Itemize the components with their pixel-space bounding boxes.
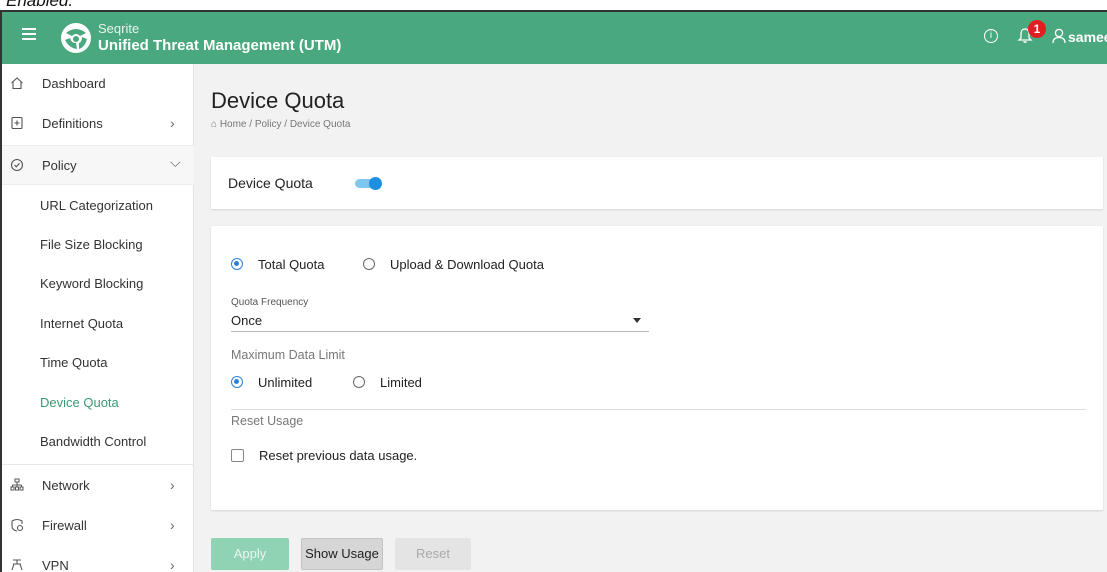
network-icon	[10, 478, 24, 491]
sidebar-subitem-label: Internet Quota	[40, 316, 124, 331]
info-icon[interactable]: i	[984, 29, 998, 43]
reset-usage-checkbox-label: Reset previous data usage.	[259, 448, 418, 463]
device-quota-toggle-card: Device Quota	[211, 157, 1103, 209]
sidebar-item-firewall[interactable]: Firewall ›	[2, 506, 194, 546]
main-content: Device Quota ⌂ Home / Policy / Device Qu…	[195, 64, 1107, 572]
sidebar-item-label: Definitions	[42, 116, 103, 131]
quota-frequency-label: Quota Frequency	[231, 297, 309, 308]
sidebar-item-vpn[interactable]: VPN ›	[2, 546, 194, 572]
show-usage-button[interactable]: Show Usage	[301, 538, 383, 570]
shield-icon	[10, 158, 24, 172]
chevron-right-icon: ›	[170, 477, 175, 493]
sidebar-subitem-url-categorization[interactable]: URL Categorization	[2, 186, 194, 225]
unlimited-radio[interactable]	[231, 376, 243, 388]
vpn-icon	[11, 559, 23, 571]
home-icon	[11, 77, 23, 90]
device-quota-toggle[interactable]	[355, 177, 383, 190]
sidebar-subitem-bandwidth-control[interactable]: Bandwidth Control	[2, 422, 194, 461]
plus-square-icon	[11, 116, 23, 130]
quota-frequency-value: Once	[231, 313, 263, 328]
sidebar-subitem-label: Bandwidth Control	[40, 434, 147, 449]
sidebar-divider	[2, 464, 194, 465]
sidebar-item-definitions[interactable]: Definitions ›	[2, 104, 194, 144]
quota-settings-card: Total Quota Upload & Download Quota Quot…	[211, 226, 1103, 510]
sidebar-subitem-device-quota[interactable]: Device Quota	[2, 383, 194, 422]
unlimited-label: Unlimited	[258, 375, 313, 390]
sidebar: Dashboard Definitions › Policy ⌵ URL Cat…	[2, 64, 194, 572]
chevron-down-icon: ⌵	[170, 154, 181, 170]
sidebar-subitem-label: File Size Blocking	[40, 237, 143, 252]
seqrite-logo-icon	[61, 23, 91, 53]
app-title: Unified Threat Management (UTM)	[98, 37, 342, 54]
sidebar-subitem-label: Device Quota	[40, 395, 119, 410]
sidebar-item-label: Network	[42, 478, 90, 493]
sidebar-subitem-file-size-blocking[interactable]: File Size Blocking	[2, 225, 194, 264]
sidebar-subitem-label: Keyword Blocking	[40, 276, 144, 291]
reset-usage-label: Reset Usage	[231, 414, 304, 428]
toggle-knob	[369, 177, 382, 190]
apply-button[interactable]: Apply	[211, 538, 289, 570]
quota-frequency-select[interactable]: Once	[231, 312, 649, 332]
reset-usage-checkbox[interactable]	[231, 449, 244, 462]
sidebar-item-dashboard[interactable]: Dashboard	[2, 64, 194, 104]
username[interactable]: sameer	[1068, 29, 1107, 45]
chevron-right-icon: ›	[170, 517, 175, 533]
breadcrumb[interactable]: ⌂ Home / Policy / Device Quota	[211, 119, 350, 130]
caption-cropped-text: Enabled.	[0, 0, 1107, 10]
sidebar-item-label: Firewall	[42, 518, 87, 533]
chevron-right-icon: ›	[170, 557, 175, 572]
menu-icon[interactable]	[22, 28, 36, 40]
chevron-right-icon: ›	[170, 115, 175, 131]
notification-badge[interactable]: 1	[1028, 20, 1046, 38]
max-data-limit-label: Maximum Data Limit	[231, 348, 345, 362]
reset-button[interactable]: Reset	[395, 538, 471, 570]
sidebar-subitem-label: Time Quota	[40, 355, 108, 370]
firewall-icon	[11, 518, 24, 532]
upload-download-quota-label: Upload & Download Quota	[390, 257, 544, 272]
toggle-label: Device Quota	[228, 175, 313, 191]
sidebar-item-network[interactable]: Network ›	[2, 466, 194, 506]
app-window: Seqrite Unified Threat Management (UTM) …	[0, 10, 1107, 572]
sidebar-subitem-internet-quota[interactable]: Internet Quota	[2, 304, 194, 343]
total-quota-label: Total Quota	[258, 257, 325, 272]
limited-radio[interactable]	[353, 376, 365, 388]
upload-download-quota-radio[interactable]	[363, 258, 375, 270]
sidebar-item-label: Dashboard	[42, 76, 106, 91]
sidebar-item-policy[interactable]: Policy ⌵	[2, 145, 194, 185]
sidebar-subitem-time-quota[interactable]: Time Quota	[2, 343, 194, 382]
caption-text: Enabled.	[6, 0, 74, 10]
limited-label: Limited	[380, 375, 422, 390]
sidebar-item-label: VPN	[42, 558, 69, 572]
section-divider	[231, 409, 1086, 410]
page-title: Device Quota	[211, 88, 345, 113]
sidebar-subitem-label: URL Categorization	[40, 198, 153, 213]
brand-name: Seqrite	[98, 21, 140, 36]
sidebar-subitem-keyword-blocking[interactable]: Keyword Blocking	[2, 264, 194, 303]
total-quota-radio[interactable]	[231, 258, 243, 270]
sidebar-item-label: Policy	[42, 158, 77, 173]
top-bar: Seqrite Unified Threat Management (UTM) …	[2, 12, 1107, 64]
caret-down-icon	[633, 318, 641, 323]
user-icon[interactable]	[1052, 28, 1066, 44]
